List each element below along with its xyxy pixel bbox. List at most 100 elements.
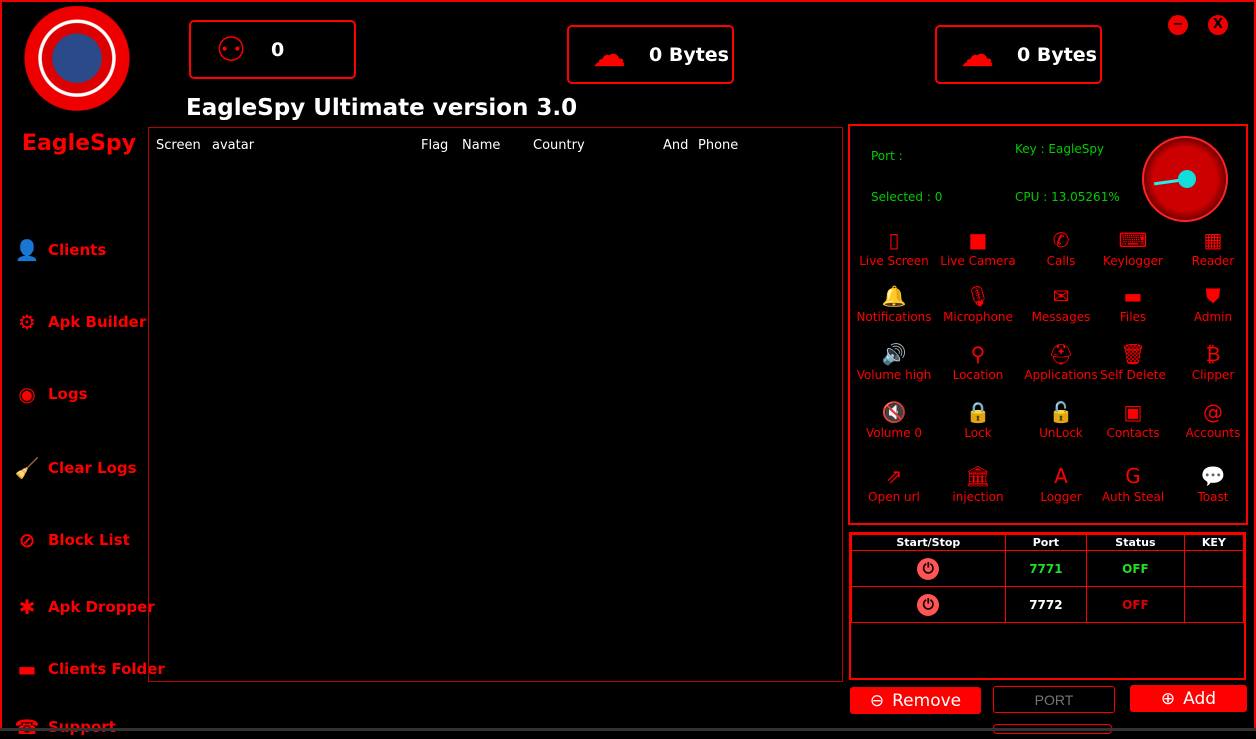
command-live-camera[interactable]: ■ Live Camera xyxy=(936,228,1020,268)
sidebar-item-apk-dropper[interactable]: ✱ Apk Dropper xyxy=(14,595,155,619)
shield-icon: ⛊ xyxy=(1205,284,1221,308)
column-country[interactable]: Country xyxy=(533,138,585,153)
lock-icon: 🔒 xyxy=(965,400,991,424)
volume-high-icon: 🔊 xyxy=(881,342,907,366)
command-auth-steal[interactable]: G Auth Steal xyxy=(1091,464,1175,504)
port-value: 7772 xyxy=(1004,586,1088,623)
ports-table: Start/Stop Port Status KEY ⏻ 7771 OFF ⏻ 7772 OF… xyxy=(849,532,1246,680)
sidebar-item-logs[interactable]: ◉ Logs xyxy=(14,382,87,406)
sidebar-item-block-list[interactable]: ⊘ Block List xyxy=(14,528,130,552)
contacts-icon: ▣ xyxy=(1123,400,1143,424)
selected-label: Selected : 0 xyxy=(871,190,943,204)
eaglespy-logo xyxy=(18,6,136,122)
header-status: Status xyxy=(1086,534,1185,551)
bell-icon: 🔔 xyxy=(881,284,907,308)
column-phone[interactable]: Phone xyxy=(698,138,738,153)
command-files[interactable]: ▬ Files xyxy=(1091,284,1175,324)
close-button[interactable]: X xyxy=(1208,15,1228,35)
command-live-screen[interactable]: ▯ Live Screen xyxy=(852,228,936,268)
key-value xyxy=(1183,550,1245,587)
clients-count-box: ⚇ 0 xyxy=(189,20,356,79)
power-icon[interactable]: ⏻ xyxy=(917,557,940,580)
power-icon[interactable]: ⏻ xyxy=(917,593,940,616)
volume-mute-icon: 🔇 xyxy=(881,400,907,424)
command-contacts[interactable]: ▣ Contacts xyxy=(1091,400,1175,440)
external-link-icon: ⇗ xyxy=(885,464,903,488)
command-location[interactable]: ⚲ Location xyxy=(936,342,1020,382)
app-title: EagleSpy Ultimate version 3.0 xyxy=(186,95,578,121)
folder-icon: ▬ xyxy=(17,657,37,681)
command-admin[interactable]: ⛊ Admin xyxy=(1171,284,1255,324)
brand-name: EagleSpy xyxy=(22,131,137,156)
sidebar-item-support[interactable]: ☎ Support xyxy=(14,715,116,739)
header-start-stop: Start/Stop xyxy=(851,534,1006,551)
plus-circle-icon: ⊕ xyxy=(1160,688,1176,709)
google-icon: G xyxy=(1125,464,1141,488)
tablet-icon: ▯ xyxy=(888,228,900,252)
command-lock[interactable]: 🔒 Lock xyxy=(936,400,1020,440)
column-avatar[interactable]: avatar xyxy=(212,138,254,153)
command-keylogger[interactable]: ⌨ Keylogger xyxy=(1091,228,1175,268)
trash-icon: 🗑 xyxy=(1120,342,1146,366)
bank-icon: 🏛 xyxy=(965,464,991,488)
support-icon: ☎ xyxy=(14,715,40,739)
map-pin-icon: ⚲ xyxy=(970,342,986,366)
clients-grid[interactable]: Screen avatar Flag Name Country And Phon… xyxy=(148,127,843,682)
minimize-button[interactable]: − xyxy=(1168,15,1188,35)
command-injection[interactable]: 🏛 injection xyxy=(936,464,1020,504)
key-value xyxy=(1183,586,1245,623)
builder-icon: ⚙ xyxy=(18,310,36,334)
add-button[interactable]: ⊕ Add xyxy=(1130,685,1247,712)
command-self-delete[interactable]: 🗑 Self Delete xyxy=(1091,342,1175,382)
at-icon: @ xyxy=(1203,400,1223,424)
column-and[interactable]: And xyxy=(663,138,688,153)
column-name[interactable]: Name xyxy=(462,138,500,153)
command-notifications[interactable]: 🔔 Notifications xyxy=(852,284,936,324)
status-value: OFF xyxy=(1086,550,1185,587)
column-screen[interactable]: Screen xyxy=(156,138,201,153)
command-volume-0[interactable]: 🔇 Volume 0 xyxy=(852,400,936,440)
microphone-icon: 🎙 xyxy=(965,284,991,308)
header-key: KEY xyxy=(1183,534,1245,551)
sidebar-item-clients[interactable]: 👤 Clients xyxy=(14,238,107,262)
sidebar-item-clear-logs[interactable]: 🧹 Clear Logs xyxy=(14,456,137,480)
command-clipper[interactable]: ₿ Clipper xyxy=(1171,342,1255,382)
header-port: Port xyxy=(1004,534,1088,551)
broadcast-icon: ◉ xyxy=(18,382,36,406)
cpu-gauge xyxy=(1142,136,1228,222)
minus-circle-icon: ⊖ xyxy=(869,690,885,711)
command-reader[interactable]: ▦ Reader xyxy=(1171,228,1255,268)
table-row[interactable]: ⏻ 7772 OFF xyxy=(851,586,1245,623)
upload-bytes-box: ☁ 0 Bytes xyxy=(567,25,734,84)
reader-icon: ▦ xyxy=(1203,228,1223,252)
folder-icon: ▬ xyxy=(1123,284,1143,308)
remove-button[interactable]: ⊖ Remove xyxy=(850,687,981,714)
cloud-download-icon: ☁ xyxy=(960,34,994,75)
command-open-url[interactable]: ⇗ Open url xyxy=(852,464,936,504)
download-bytes-box: ☁ 0 Bytes xyxy=(935,25,1102,84)
column-flag[interactable]: Flag xyxy=(421,138,448,153)
video-camera-icon: ■ xyxy=(968,228,988,252)
status-value: OFF xyxy=(1086,586,1185,623)
key-label: Key : EagleSpy xyxy=(1015,142,1105,156)
cloud-upload-icon: ☁ xyxy=(592,34,626,75)
user-icon: 👤 xyxy=(14,238,40,262)
keyboard-icon: ⌨ xyxy=(1118,228,1148,252)
port-value: 7771 xyxy=(1004,550,1088,587)
port-input[interactable] xyxy=(993,686,1115,713)
port-label: Port : xyxy=(871,149,903,163)
user-block-icon: ⊘ xyxy=(18,528,36,552)
command-toast[interactable]: 💬 Toast xyxy=(1171,464,1255,504)
sidebar-item-clients-folder[interactable]: ▬ Clients Folder xyxy=(14,657,165,681)
chat-icon: 💬 xyxy=(1200,464,1226,488)
command-microphone[interactable]: 🎙 Microphone xyxy=(936,284,1020,324)
sidebar-item-apk-builder[interactable]: ⚙ Apk Builder xyxy=(14,310,146,334)
command-accounts[interactable]: @ Accounts xyxy=(1171,400,1255,440)
bug-icon: ✱ xyxy=(18,595,36,619)
clients-network-icon: ⚇ xyxy=(215,29,247,70)
command-volume-high[interactable]: 🔊 Volume high xyxy=(852,342,936,382)
broom-icon: 🧹 xyxy=(14,456,40,480)
bitcoin-icon: ₿ xyxy=(1205,342,1221,366)
table-row[interactable]: ⏻ 7771 OFF xyxy=(851,550,1245,587)
gauge-hub xyxy=(1178,170,1196,188)
